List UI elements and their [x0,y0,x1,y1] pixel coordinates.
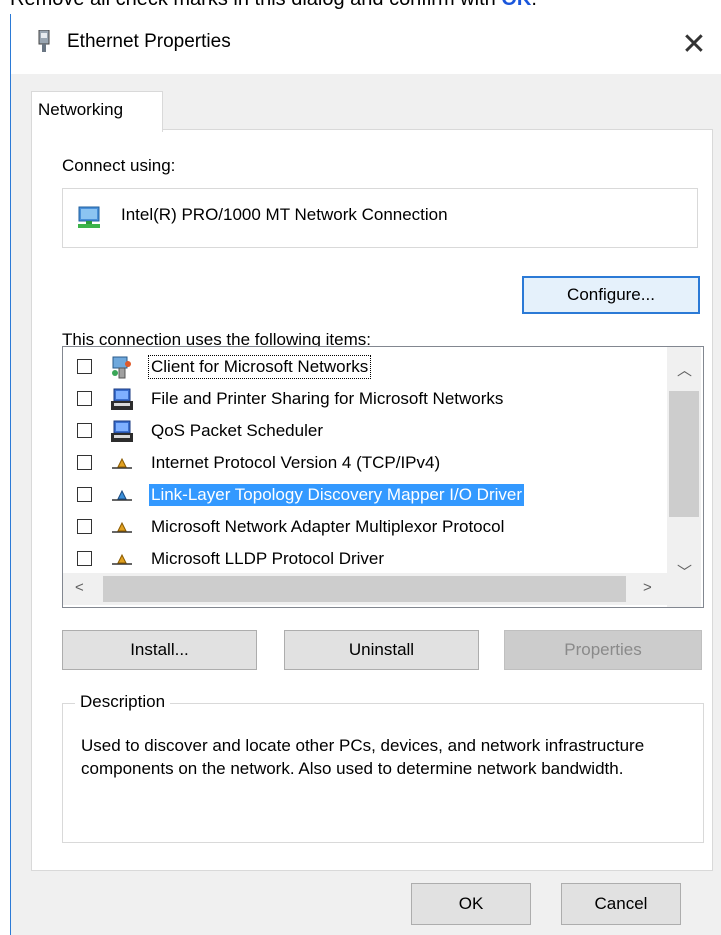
instruction-prefix: Remove all check marks in this dialog an… [10,0,501,10]
dialog-title: Ethernet Properties [67,31,231,52]
qos-scheduler-icon [111,420,133,442]
list-item[interactable]: Microsoft LLDP Protocol Driver [63,543,643,575]
connect-using-label: Connect using: [62,156,176,175]
printer-sharing-icon [111,388,133,410]
configure-button-label: Configure... [567,285,655,304]
horizontal-scroll-thumb[interactable] [103,576,626,602]
item-label: Microsoft Network Adapter Multiplexor Pr… [151,517,505,536]
item-checkbox[interactable] [77,519,92,534]
list-item-selected[interactable]: Link-Layer Topology Discovery Mapper I/O… [63,479,643,511]
item-checkbox[interactable] [77,551,92,566]
uninstall-button[interactable]: Uninstall [284,630,479,670]
cancel-button-label: Cancel [594,894,648,913]
instruction-suffix: . [531,0,537,10]
network-client-icon [112,356,131,379]
description-group: Description Used to discover and locate … [62,692,704,843]
install-button[interactable]: Install... [62,630,257,670]
cancel-button[interactable]: Cancel [561,883,681,925]
vertical-scrollbar[interactable]: ︿ ﹀ [667,347,701,591]
adapter-name: Intel(R) PRO/1000 MT Network Connection [121,205,448,224]
instruction-ok-link: OK [501,0,531,10]
ethernet-properties-dialog: Ethernet Properties ✕ Networking Connect… [10,14,721,935]
install-button-label: Install... [130,640,189,659]
properties-button[interactable]: Properties [504,630,702,670]
item-label: Client for Microsoft Networks [147,355,372,379]
item-checkbox[interactable] [77,391,92,406]
list-item[interactable]: Internet Protocol Version 4 (TCP/IPv4) [63,447,643,479]
item-label: Link-Layer Topology Discovery Mapper I/O… [149,484,524,506]
close-icon: ✕ [681,27,707,61]
network-adapter-title-icon [38,30,50,52]
item-checkbox[interactable] [77,359,92,374]
close-button[interactable]: ✕ [666,14,721,74]
scrollbar-corner [667,573,701,607]
protocol-icon [112,553,132,565]
item-label: File and Printer Sharing for Microsoft N… [151,389,504,408]
item-checkbox[interactable] [77,487,92,502]
uninstall-button-label: Uninstall [348,640,415,659]
list-item[interactable]: File and Printer Sharing for Microsoft N… [63,383,643,415]
list-item[interactable]: QoS Packet Scheduler [63,415,643,447]
item-label: Internet Protocol Version 4 (TCP/IPv4) [151,453,441,472]
ok-button[interactable]: OK [411,883,531,925]
item-checkbox[interactable] [77,455,92,470]
tab-networking-label: Networking [38,100,124,119]
ok-button-label: OK [458,894,484,913]
network-adapter-icon [78,206,100,228]
instruction-text: Remove all check marks in this dialog an… [10,0,537,11]
list-item[interactable]: Microsoft Network Adapter Multiplexor Pr… [63,511,643,543]
horizontal-scrollbar[interactable]: < > [63,573,667,605]
components-list[interactable]: Client for Microsoft Networks File and P… [62,346,704,608]
description-text: Used to discover and locate other PCs, d… [81,736,645,778]
list-item[interactable]: Client for Microsoft Networks [63,351,643,383]
scroll-right-icon[interactable]: > [643,579,652,596]
scroll-up-icon[interactable]: ︿ [677,359,692,380]
properties-button-label: Properties [564,640,642,659]
vertical-scroll-thumb[interactable] [669,391,699,517]
protocol-icon [112,489,132,501]
configure-button[interactable]: Configure... [522,276,700,314]
title-bar: Ethernet Properties ✕ [11,14,721,74]
tab-networking[interactable]: Networking [31,91,163,132]
item-checkbox[interactable] [77,423,92,438]
item-label: QoS Packet Scheduler [151,421,323,440]
scroll-left-icon[interactable]: < [75,579,84,596]
protocol-icon [112,521,132,533]
networking-panel: Connect using: Intel(R) PRO/1000 MT Netw… [31,129,713,871]
item-label: Microsoft LLDP Protocol Driver [151,549,385,568]
description-title: Description [75,692,171,712]
protocol-icon [112,457,132,469]
adapter-field: Intel(R) PRO/1000 MT Network Connection [62,188,698,248]
